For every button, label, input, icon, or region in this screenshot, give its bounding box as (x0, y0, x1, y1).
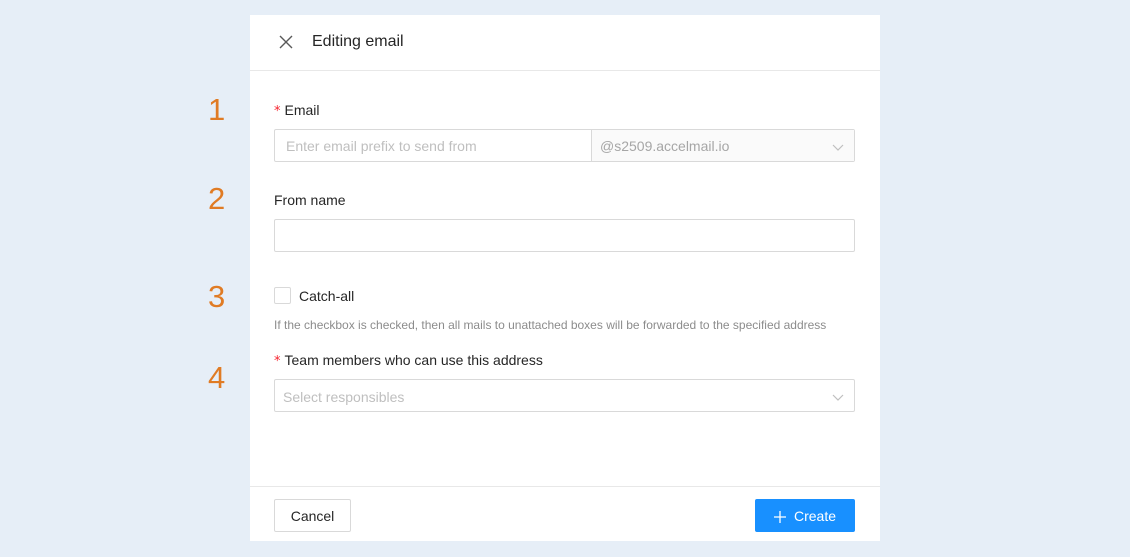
catch-all-hint: If the checkbox is checked, then all mai… (274, 318, 827, 332)
plus-icon (773, 510, 786, 523)
from-name-label: From name (274, 192, 346, 208)
create-button-label: Create (793, 507, 837, 524)
modal-footer: Cancel Create (250, 486, 880, 541)
catch-all-checkbox[interactable] (274, 287, 291, 304)
chevron-down-icon (832, 390, 844, 402)
catch-all-label[interactable]: Catch-all (299, 288, 354, 304)
modal-title: Editing email (312, 33, 404, 50)
modal-header: Editing email (250, 15, 880, 71)
email-label: * Email (274, 102, 320, 119)
team-members-label-text: Team members who can use this address (284, 352, 543, 368)
from-name-input[interactable] (274, 219, 855, 252)
edit-email-modal: Editing email *Email @s2509.accelmail.io… (250, 15, 880, 541)
step-number-2: 2 (208, 181, 226, 216)
email-domain-value: @s2509.accelmail.io (600, 138, 730, 154)
close-icon[interactable] (278, 34, 294, 50)
email-input-group: @s2509.accelmail.io (274, 129, 855, 162)
cancel-button[interactable]: Cancel (274, 499, 351, 532)
email-prefix-input[interactable] (275, 130, 592, 161)
required-mark: * (274, 104, 281, 119)
team-members-placeholder: Select responsibles (283, 389, 405, 405)
team-members-select[interactable]: Select responsibles (274, 379, 855, 412)
required-mark: * (274, 354, 281, 369)
email-label-text: Email (284, 102, 320, 118)
chevron-down-icon (832, 140, 844, 152)
step-number-1: 1 (208, 92, 226, 127)
step-number-4: 4 (208, 360, 226, 395)
create-button[interactable]: Create (755, 499, 855, 532)
team-members-label: * Team members who can use this address (274, 352, 543, 369)
email-domain-select[interactable]: @s2509.accelmail.io (592, 130, 854, 161)
step-number-3: 3 (208, 279, 226, 314)
